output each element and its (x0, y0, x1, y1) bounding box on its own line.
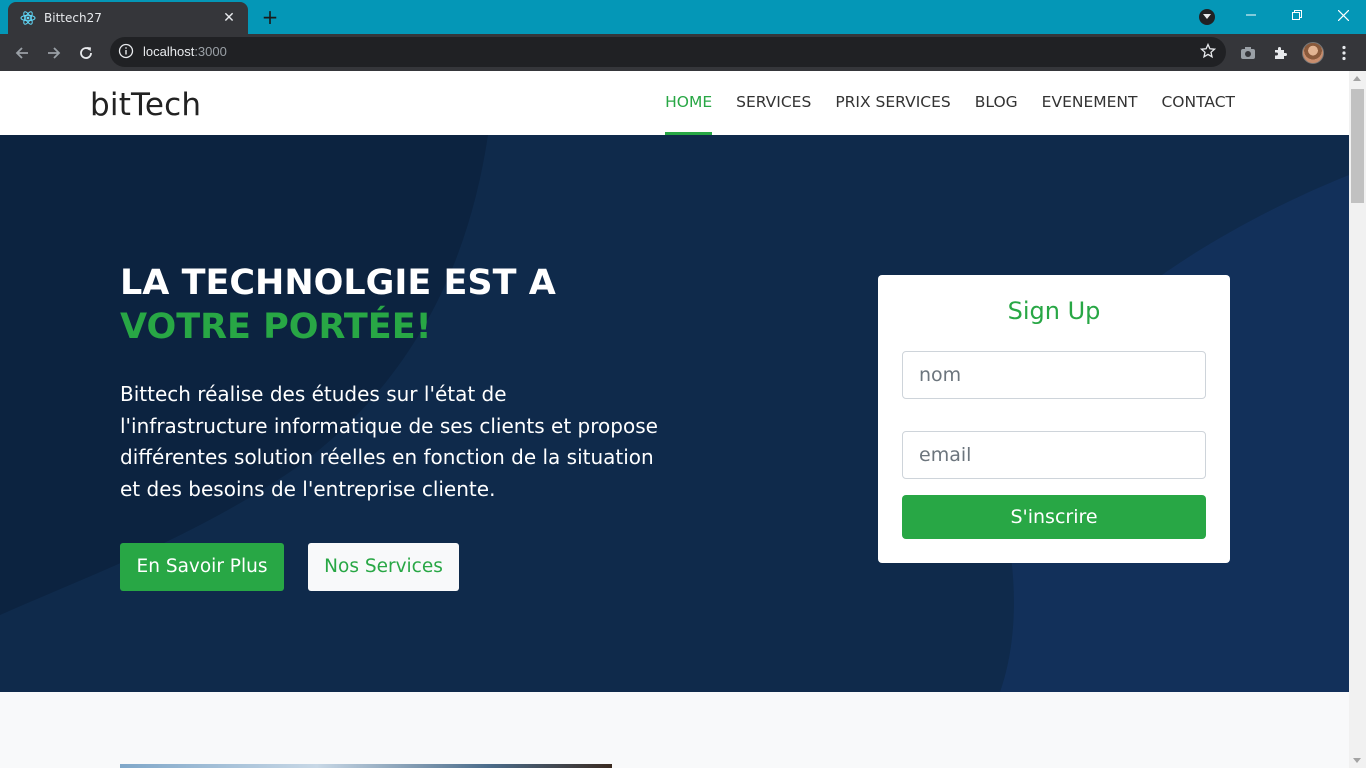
our-services-button[interactable]: Nos Services (308, 543, 459, 591)
nav-item-prix-services[interactable]: PRIX SERVICES (835, 71, 950, 135)
forward-icon[interactable] (41, 40, 67, 66)
nav-item-services[interactable]: SERVICES (736, 71, 811, 135)
signup-submit-button[interactable]: S'inscrire (902, 495, 1206, 539)
nav-item-home[interactable]: HOME (665, 71, 713, 135)
reload-icon[interactable] (73, 40, 99, 66)
close-tab-icon[interactable]: ✕ (220, 9, 238, 27)
hero-title-main: LA TECHNOLGIE EST A (120, 263, 556, 303)
learn-more-button[interactable]: En Savoir Plus (120, 543, 284, 591)
page-scrollbar[interactable] (1349, 71, 1366, 768)
scroll-up-icon[interactable] (1353, 76, 1361, 81)
next-section (0, 692, 1349, 768)
tab-search-icon[interactable] (1199, 9, 1215, 25)
hero-title: LA TECHNOLGIE EST A VOTRE PORTÉE! (120, 261, 680, 349)
section-image (120, 764, 612, 768)
signup-title: Sign Up (1007, 297, 1101, 325)
profile-avatar[interactable] (1302, 42, 1324, 64)
browser-tab[interactable]: Bittech27 ✕ (8, 2, 248, 34)
new-tab-button[interactable]: + (258, 6, 282, 30)
address-bar[interactable]: localhost:3000 (110, 37, 1226, 67)
page-viewport: bitTech HOME SERVICES PRIX SERVICES BLOG… (0, 71, 1349, 768)
name-field[interactable] (902, 351, 1206, 399)
nav-item-blog[interactable]: BLOG (975, 71, 1018, 135)
url-port: :3000 (194, 44, 227, 59)
minimize-icon[interactable] (1228, 0, 1274, 30)
hero-description: Bittech réalise des études sur l'état de… (120, 382, 658, 501)
url-host: localhost (143, 44, 195, 59)
nav-item-contact[interactable]: CONTACT (1161, 71, 1235, 135)
nav-item-evenement[interactable]: EVENEMENT (1042, 71, 1138, 135)
url-text: localhost:3000 (143, 44, 227, 59)
menu-kebab-icon[interactable] (1333, 42, 1355, 64)
bookmark-star-icon[interactable] (1199, 42, 1217, 63)
hero-section: LA TECHNOLGIE EST A VOTRE PORTÉE! Bittec… (0, 135, 1349, 692)
camera-icon[interactable] (1237, 42, 1259, 64)
extensions-icon[interactable] (1269, 42, 1291, 64)
scrollbar-thumb[interactable] (1351, 89, 1364, 203)
tab-title: Bittech27 (44, 11, 102, 25)
hero-title-accent: VOTRE PORTÉE! (120, 307, 432, 347)
signup-card: Sign Up S'inscrire (878, 275, 1230, 563)
site-logo[interactable]: bitTech (90, 87, 201, 123)
close-window-icon[interactable] (1320, 0, 1366, 30)
browser-toolbar: localhost:3000 (0, 34, 1366, 71)
site-header: bitTech HOME SERVICES PRIX SERVICES BLOG… (0, 71, 1349, 135)
back-icon[interactable] (9, 40, 35, 66)
react-icon (20, 10, 36, 26)
main-nav: HOME SERVICES PRIX SERVICES BLOG EVENEME… (641, 71, 1235, 135)
restore-icon[interactable] (1274, 0, 1320, 30)
email-field[interactable] (902, 431, 1206, 479)
scroll-down-icon[interactable] (1353, 758, 1361, 763)
site-info-icon[interactable] (118, 43, 134, 63)
browser-titlebar: Bittech27 ✕ + (0, 0, 1366, 34)
